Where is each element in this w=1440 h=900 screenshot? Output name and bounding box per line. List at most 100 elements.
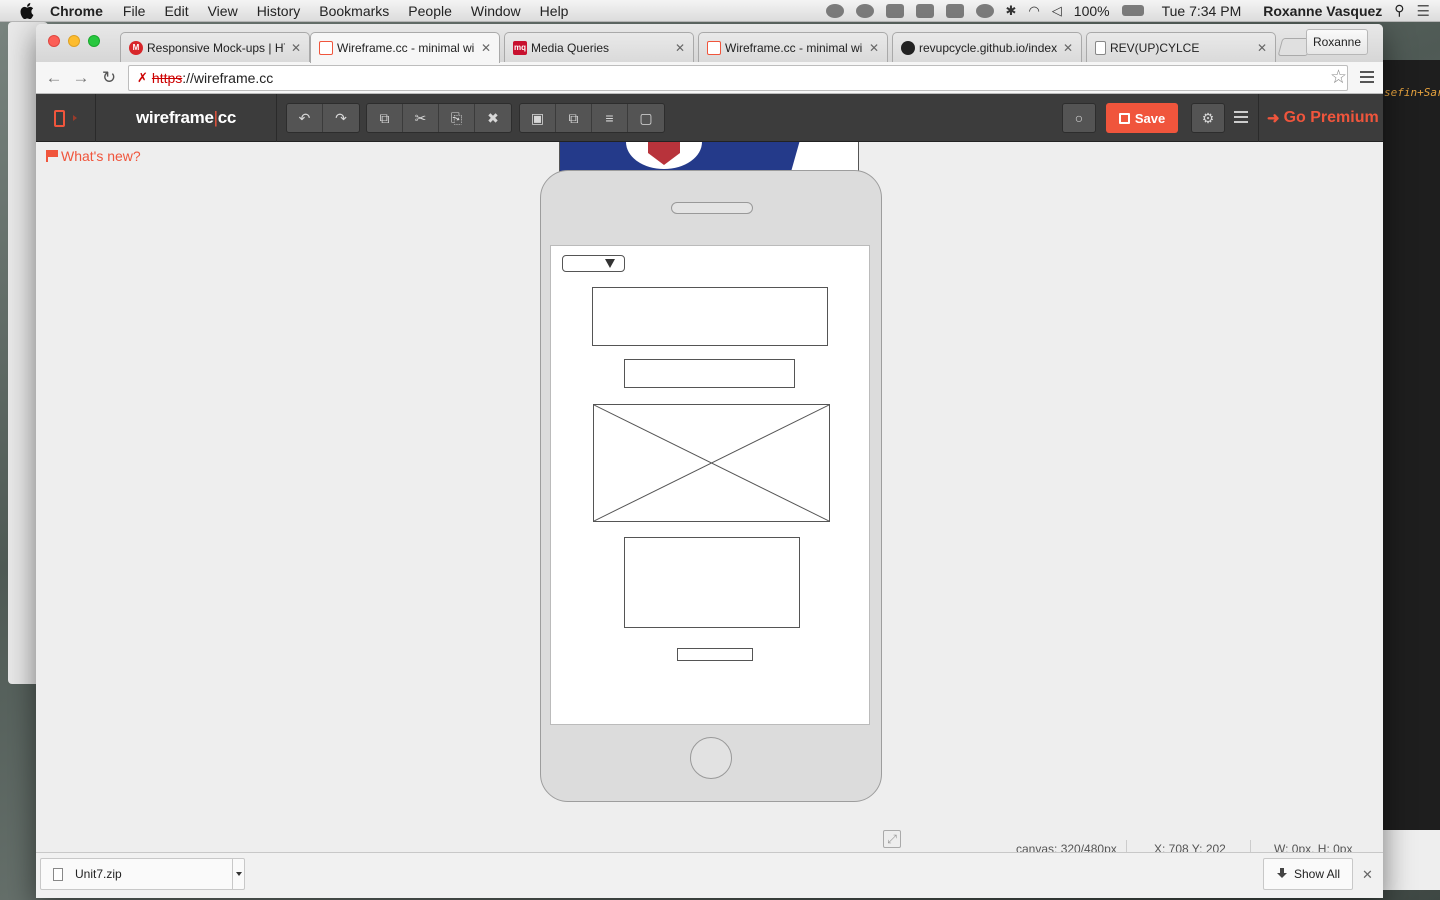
- phone-icon: [54, 109, 65, 127]
- chrome-menu-icon[interactable]: [1360, 71, 1374, 83]
- apple-icon[interactable]: [20, 2, 34, 19]
- zoom-window-button[interactable]: [88, 35, 100, 47]
- minimize-window-button[interactable]: [68, 35, 80, 47]
- insecure-lock-icon[interactable]: ✗: [137, 70, 148, 86]
- menu-app-name[interactable]: Chrome: [50, 3, 103, 19]
- reload-icon[interactable]: ↻: [99, 68, 119, 88]
- tab-github[interactable]: revupcycle.github.io/index ✕: [892, 32, 1082, 62]
- copy-icon[interactable]: ⧉: [367, 104, 403, 132]
- save-button[interactable]: Save: [1106, 103, 1178, 133]
- settings-icon[interactable]: ⚙: [1191, 103, 1225, 133]
- comment-icon[interactable]: ○: [1062, 103, 1096, 133]
- menu-clock[interactable]: Tue 7:34 PM: [1162, 3, 1242, 19]
- whats-new-link[interactable]: What's new?: [46, 148, 141, 164]
- tab-strip: M Responsive Mock-ups | HT ✕ Wireframe.c…: [36, 24, 1383, 63]
- menu-help[interactable]: Help: [540, 3, 569, 19]
- menu-window[interactable]: Window: [471, 3, 521, 19]
- delete-icon[interactable]: ✖: [475, 104, 511, 132]
- time-machine-icon[interactable]: [975, 3, 994, 18]
- image-placeholder-cross: [594, 405, 829, 521]
- battery-percent[interactable]: 100%: [1074, 3, 1110, 19]
- menu-file[interactable]: File: [123, 3, 146, 19]
- whats-new-label: What's new?: [61, 148, 141, 164]
- wf-box-header[interactable]: [592, 287, 828, 346]
- download-icon: [1276, 868, 1288, 880]
- wf-box-content[interactable]: [624, 537, 800, 628]
- show-all-downloads-button[interactable]: Show All: [1263, 858, 1353, 890]
- close-tab-icon[interactable]: ✕: [1257, 41, 1267, 55]
- history-group: ↶ ↷: [286, 103, 360, 133]
- wireframe-toolbar: wireframe|cc ↶ ↷ ⧉ ✂ ⎘ ✖ ▣ ⧉ ≡ ▢ ○ Save …: [36, 94, 1383, 142]
- close-shelf-icon[interactable]: ✕: [1362, 867, 1373, 883]
- tab-wireframe-active[interactable]: Wireframe.cc - minimal wi ✕: [310, 32, 500, 63]
- url-scheme: https: [151, 70, 183, 86]
- forward-arrow-icon[interactable]: →: [71, 68, 91, 88]
- lock-icon[interactable]: ▣: [520, 104, 556, 132]
- wireframe-logo[interactable]: wireframe|cc: [136, 108, 236, 128]
- background-editor-window[interactable]: [1380, 60, 1440, 830]
- menu-people[interactable]: People: [408, 3, 452, 19]
- device-selector-button[interactable]: [36, 94, 96, 142]
- close-tab-icon[interactable]: ✕: [291, 41, 301, 55]
- close-tab-icon[interactable]: ✕: [675, 41, 685, 55]
- dropbox-icon[interactable]: [915, 3, 934, 18]
- bring-front-icon[interactable]: ⧉: [556, 104, 592, 132]
- canvas-workarea[interactable]: What's new? ⤢: [36, 142, 1383, 852]
- address-bar[interactable]: ✗ https ://wireframe.cc: [128, 65, 1348, 91]
- go-premium-label: Go Premium: [1283, 109, 1379, 126]
- menu-edit[interactable]: Edit: [164, 3, 188, 19]
- tab-wireframe-second[interactable]: Wireframe.cc - minimal wi ✕: [698, 32, 888, 62]
- tab-revupcycle[interactable]: REV(UP)CYLCE ✕: [1086, 32, 1276, 62]
- back-arrow-icon[interactable]: ←: [44, 68, 64, 88]
- paste-icon[interactable]: ⎘: [439, 104, 475, 132]
- tab-title: Responsive Mock-ups | HT: [147, 40, 285, 55]
- cloud-sync-icon[interactable]: [855, 3, 874, 18]
- close-tab-icon[interactable]: ✕: [1063, 41, 1073, 55]
- tab-responsive-mockups[interactable]: M Responsive Mock-ups | HT ✕: [120, 32, 310, 62]
- clipboard-group: ⧉ ✂ ⎘ ✖: [366, 103, 512, 133]
- wireframe-favicon-icon: [319, 41, 333, 55]
- undo-icon[interactable]: ↶: [287, 104, 323, 132]
- close-tab-icon[interactable]: ✕: [481, 41, 491, 55]
- close-window-button[interactable]: [48, 35, 60, 47]
- download-menu-icon[interactable]: [232, 859, 244, 889]
- caret-right-icon: [73, 115, 77, 121]
- wireframe-favicon-icon: [707, 40, 721, 55]
- wifi-icon[interactable]: ◠: [1028, 3, 1039, 19]
- app-menu-icon[interactable]: [1234, 111, 1248, 123]
- notes-icon[interactable]: [885, 3, 904, 18]
- wf-box-title[interactable]: [624, 359, 795, 388]
- bluetooth-icon[interactable]: ✱: [1006, 3, 1017, 19]
- menu-bookmarks[interactable]: Bookmarks: [319, 3, 389, 19]
- profile-button[interactable]: Roxanne: [1306, 29, 1368, 55]
- menu-history[interactable]: History: [257, 3, 301, 19]
- resize-canvas-icon[interactable]: ⤢: [883, 830, 901, 848]
- spotlight-icon[interactable]: ⚲: [1394, 2, 1404, 19]
- group-icon[interactable]: ▢: [628, 104, 664, 132]
- download-item[interactable]: Unit7.zip: [40, 858, 245, 890]
- wf-image-placeholder[interactable]: [593, 404, 830, 522]
- menu-user[interactable]: Roxanne Vasquez: [1263, 3, 1382, 19]
- wf-dropdown[interactable]: [562, 255, 625, 272]
- cut-icon[interactable]: ✂: [403, 104, 439, 132]
- go-premium-link[interactable]: ➜ Go Premium: [1258, 94, 1379, 142]
- wireframe-canvas[interactable]: [550, 245, 870, 725]
- tab-media-queries[interactable]: mq Media Queries ✕: [504, 32, 694, 62]
- arrange-group: ▣ ⧉ ≡ ▢: [519, 103, 665, 133]
- phone-speaker: [671, 202, 753, 214]
- memory-icon[interactable]: [945, 3, 964, 18]
- bookmark-star-icon[interactable]: ☆: [1330, 68, 1347, 88]
- logo-main: wireframe: [136, 108, 214, 127]
- wf-button[interactable]: [677, 648, 753, 661]
- notification-center-icon[interactable]: ☰: [1417, 2, 1430, 20]
- iphone-frame: [540, 170, 882, 802]
- align-icon[interactable]: ≡: [592, 104, 628, 132]
- menu-view[interactable]: View: [208, 3, 238, 19]
- battery-icon[interactable]: [1121, 5, 1144, 16]
- close-tab-icon[interactable]: ✕: [869, 41, 879, 55]
- background-reference-image[interactable]: [559, 142, 859, 172]
- creative-cloud-icon[interactable]: [825, 3, 844, 18]
- redo-icon[interactable]: ↷: [323, 104, 359, 132]
- volume-icon[interactable]: ◁: [1052, 3, 1062, 19]
- browser-toolbar: ← → ↻ ✗ https ://wireframe.cc ☆: [36, 62, 1383, 94]
